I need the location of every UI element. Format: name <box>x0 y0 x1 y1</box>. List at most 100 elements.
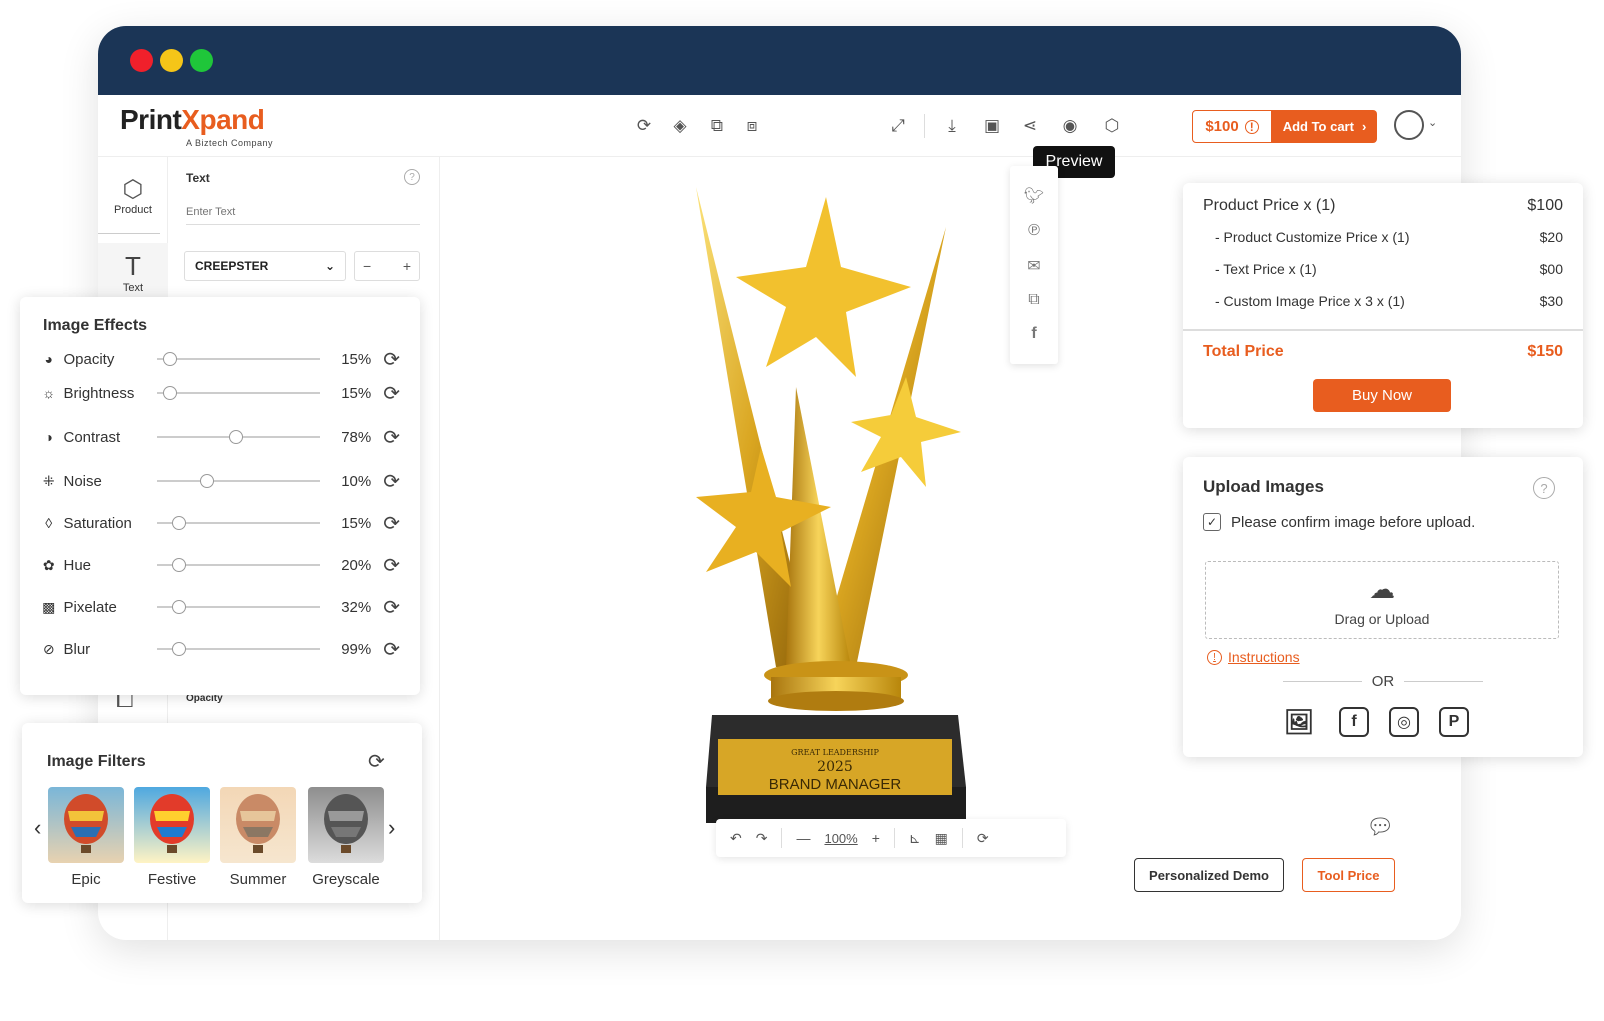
rail-divider <box>98 233 160 234</box>
ruler-icon[interactable]: ⊾ <box>909 830 921 847</box>
chat-icon[interactable]: 💬︎ <box>1366 814 1396 844</box>
text-input[interactable] <box>186 199 420 225</box>
share-icon[interactable]: ⋖ <box>1018 114 1042 138</box>
noise-slider[interactable] <box>157 474 321 488</box>
email-icon[interactable]: ✉ <box>1022 254 1046 278</box>
effect-label: Saturation <box>63 514 132 532</box>
fullscreen-icon[interactable]: ⤢ <box>886 114 910 138</box>
opacity-icon: ◕ <box>44 351 53 367</box>
pixelate-slider[interactable] <box>157 600 321 614</box>
gallery-icon[interactable]: 🖼︎ <box>1281 707 1317 737</box>
info-icon: ! <box>1244 119 1259 134</box>
upload-dropzone[interactable]: ☁ Drag or Upload <box>1205 561 1559 639</box>
redo-icon[interactable]: ↷ <box>756 830 768 847</box>
filter-thumb-festive[interactable] <box>134 787 210 863</box>
slider-handle[interactable] <box>163 386 177 400</box>
facebook-icon[interactable]: f <box>1339 707 1369 737</box>
avatar[interactable] <box>1394 110 1424 140</box>
confirm-checkbox[interactable]: ✓ <box>1203 513 1221 531</box>
effect-row-brightness: ☼ Brightness 15% ⟳ <box>40 381 400 405</box>
zoom-level[interactable]: 100% <box>824 831 857 846</box>
zoom-in-icon[interactable]: + <box>872 830 880 846</box>
arrange-icon[interactable]: ⧈ <box>740 114 764 138</box>
chevron-right-icon[interactable]: › <box>388 815 395 841</box>
pinterest-icon[interactable]: ℗ <box>1022 219 1046 243</box>
slider-handle[interactable] <box>172 516 186 530</box>
download-icon[interactable]: ⤓ <box>940 114 964 138</box>
rail-item-product[interactable]: ⬡ Product <box>98 175 168 216</box>
reset-icon[interactable]: ⟳ <box>977 830 989 847</box>
font-size-stepper[interactable]: − + <box>354 251 420 281</box>
pinterest-icon[interactable]: P <box>1439 707 1469 737</box>
effect-value: 99% <box>341 640 372 658</box>
reset-icon[interactable]: ⟳ <box>383 347 400 372</box>
effect-label: Brightness <box>63 384 135 402</box>
reset-icon[interactable]: ⟳ <box>383 511 400 536</box>
twitter-icon[interactable]: 🐦︎ <box>1022 184 1046 208</box>
instagram-icon[interactable]: ◎ <box>1389 707 1419 737</box>
trophy-image[interactable]: GREAT LEADERSHIP 2025 BRAND MANAGER <box>666 187 976 827</box>
contrast-slider[interactable] <box>157 430 321 444</box>
upload-images-panel: Upload Images ? ✓ Please confirm image b… <box>1183 457 1583 757</box>
brightness-slider[interactable] <box>157 386 321 400</box>
image-effects-title: Image Effects <box>43 317 148 334</box>
minus-icon[interactable]: − <box>363 258 371 274</box>
maximize-window-button[interactable] <box>190 49 213 72</box>
effect-row-blur: ⊘ Blur 99% ⟳ <box>40 637 400 661</box>
text-price-value: $00 <box>1539 261 1563 277</box>
text-icon: T <box>125 251 141 281</box>
font-select[interactable]: CREEPSTER ⌄ <box>184 251 346 281</box>
slider-handle[interactable] <box>163 352 177 366</box>
reset-icon[interactable]: ⟳ <box>383 425 400 450</box>
preview-icon[interactable]: ◉ <box>1058 114 1082 138</box>
canvas-toolbar: ↶ ↷ — 100% + ⊾ ▦ ⟳ <box>716 819 1066 857</box>
confirm-checkbox-row[interactable]: ✓ Please confirm image before upload. <box>1203 513 1475 531</box>
facebook-icon[interactable]: f <box>1022 322 1046 346</box>
rail-item-text[interactable]: T Text <box>98 243 168 303</box>
saturation-slider[interactable] <box>157 516 321 530</box>
grid-icon[interactable]: ▦ <box>935 830 948 847</box>
personalized-demo-button[interactable]: Personalized Demo <box>1134 858 1284 892</box>
opacity-slider[interactable] <box>157 352 321 366</box>
reset-filters-icon[interactable]: ⟳ <box>368 749 385 774</box>
slider-handle[interactable] <box>172 642 186 656</box>
slider-handle[interactable] <box>229 430 243 444</box>
effect-row-saturation: ◊ Saturation 15% ⟳ <box>40 511 400 535</box>
reset-icon[interactable]: ⟳ <box>383 595 400 620</box>
hue-slider[interactable] <box>157 558 321 572</box>
buy-now-button[interactable]: Buy Now <box>1313 379 1451 412</box>
save-icon[interactable]: ▣ <box>980 114 1004 138</box>
slider-handle[interactable] <box>172 600 186 614</box>
blur-slider[interactable] <box>157 642 321 656</box>
close-window-button[interactable] <box>130 49 153 72</box>
refresh-icon[interactable]: ⟳ <box>632 114 656 138</box>
filter-thumb-epic[interactable] <box>48 787 124 863</box>
slider-handle[interactable] <box>172 558 186 572</box>
slider-handle[interactable] <box>200 474 214 488</box>
reset-icon[interactable]: ⟳ <box>383 553 400 578</box>
duplicate-icon[interactable]: ⧉ <box>705 114 729 138</box>
zoom-out-icon[interactable]: — <box>796 830 810 846</box>
instructions-link[interactable]: ! Instructions <box>1207 649 1300 665</box>
copy-icon[interactable]: ⧉ <box>1022 288 1046 312</box>
chevron-left-icon[interactable]: ‹ <box>34 815 41 841</box>
toolbar-divider <box>924 114 925 138</box>
undo-icon[interactable]: ↶ <box>730 830 742 847</box>
3d-view-icon[interactable]: ⬡ <box>1100 114 1124 138</box>
help-icon[interactable]: ? <box>1533 477 1555 499</box>
help-icon[interactable]: ? <box>404 169 420 185</box>
chevron-down-icon[interactable]: ⌄ <box>1428 116 1437 129</box>
plus-icon[interactable]: + <box>403 258 411 274</box>
reset-icon[interactable]: ⟳ <box>383 469 400 494</box>
add-to-cart-button[interactable]: Add To cart › <box>1272 110 1377 143</box>
layers-icon[interactable]: ◈ <box>668 114 692 138</box>
product-price-label: Product Price x (1) <box>1203 197 1336 214</box>
reset-icon[interactable]: ⟳ <box>383 381 400 406</box>
minimize-window-button[interactable] <box>160 49 183 72</box>
tool-price-button[interactable]: Tool Price <box>1302 858 1395 892</box>
filter-thumb-summer[interactable] <box>220 787 296 863</box>
filter-thumb-greyscale[interactable] <box>308 787 384 863</box>
price-display[interactable]: $100! <box>1192 110 1272 143</box>
reset-icon[interactable]: ⟳ <box>383 637 400 662</box>
effect-label: Opacity <box>63 350 115 368</box>
